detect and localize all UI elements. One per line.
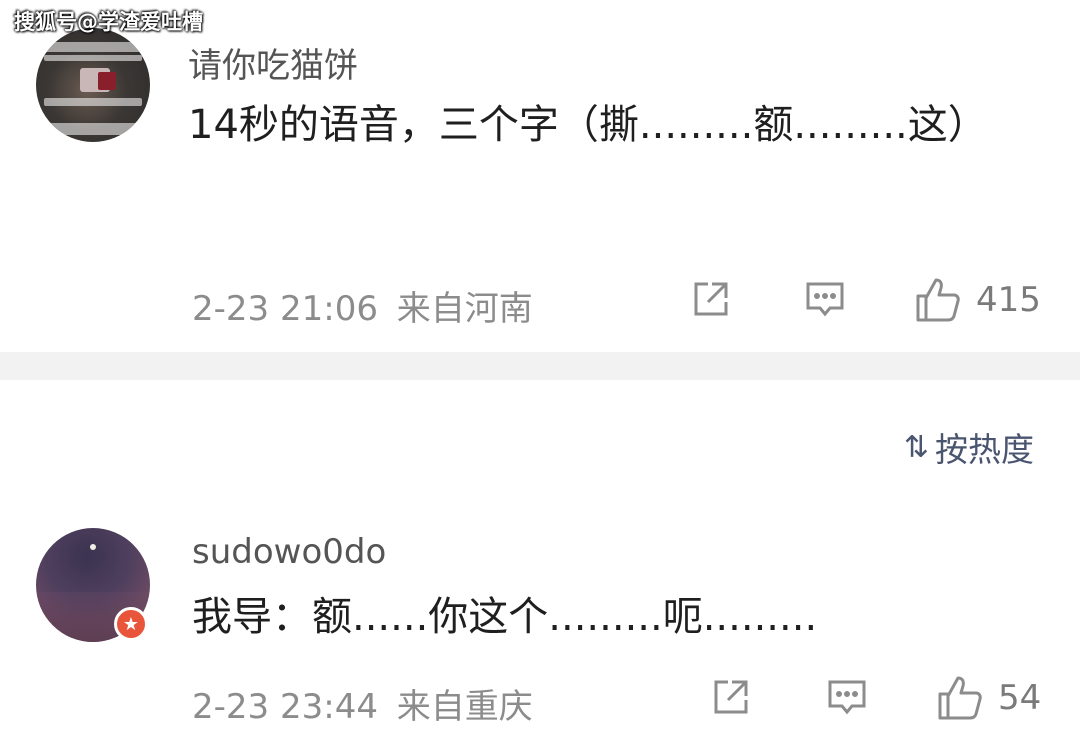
like-count: 415 [976, 280, 1041, 320]
reply-button[interactable] [826, 676, 868, 718]
comment-location: 来自重庆 [396, 687, 533, 727]
share-icon [694, 282, 728, 316]
avatar[interactable] [36, 28, 150, 142]
comment-time: 2-23 23:44 [192, 687, 378, 727]
share-button[interactable] [690, 278, 732, 320]
like-button[interactable]: 54 [936, 674, 1041, 722]
share-button[interactable] [710, 676, 752, 718]
like-count: 54 [998, 678, 1042, 718]
watermark: 搜狐号@学渣爱吐槽 [14, 10, 203, 34]
comment-location: 来自河南 [396, 289, 533, 329]
comment-meta: 2-23 21:06 来自河南 [192, 281, 533, 330]
comment-username[interactable]: sudowo0do [192, 532, 386, 572]
comment-text: 14秒的语音，三个字（撕.........额.........这） [188, 102, 988, 148]
share-icon [714, 680, 748, 714]
vip-star-icon: ★ [114, 607, 148, 641]
thumbs-up-icon [938, 676, 982, 720]
thumbs-up-icon [916, 278, 960, 322]
sort-label: 按热度 [935, 430, 1034, 469]
sort-icon: ⇅ [903, 429, 929, 465]
comment-icon [828, 680, 866, 715]
sort-button[interactable]: ⇅ 按热度 [904, 423, 1034, 471]
section-divider [0, 352, 1080, 380]
like-button[interactable]: 415 [914, 276, 1041, 324]
comment-meta: 2-23 23:44 来自重庆 [192, 679, 533, 728]
reply-button[interactable] [804, 278, 846, 320]
comment-time: 2-23 21:06 [192, 289, 378, 329]
comment-icon [806, 282, 844, 317]
comment-text: 我导：额......你这个.........呃......... [192, 594, 818, 640]
comment-username[interactable]: 请你吃猫饼 [188, 38, 358, 87]
comment-item: 请你吃猫饼 14秒的语音，三个字（撕.........额.........这） … [0, 0, 1080, 352]
